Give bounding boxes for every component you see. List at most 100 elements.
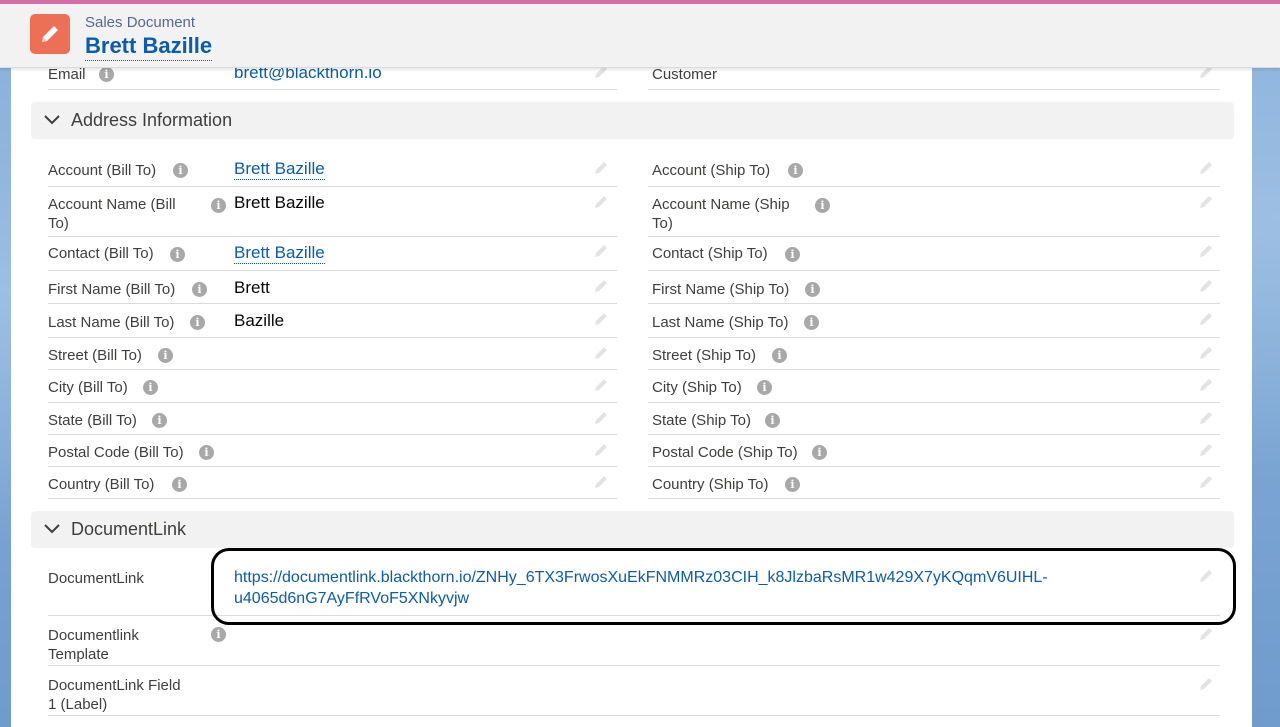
pencil-icon[interactable] (593, 278, 609, 294)
pencil-icon[interactable] (1198, 68, 1214, 80)
field-contact-ship-to: Contact (Ship To) i (648, 237, 1220, 271)
info-icon[interactable]: i (199, 445, 214, 460)
field-label: DocumentLink (48, 570, 144, 587)
pencil-icon[interactable] (1198, 194, 1214, 210)
field-postal-code-ship-to: Postal Code (Ship To) i (648, 435, 1220, 467)
field-country-bill-to: Country (Bill To) i (48, 467, 617, 499)
field-contact-bill-to: Contact (Bill To) i Brett Bazille (48, 237, 617, 271)
field-label: Contact (Bill To) (48, 245, 154, 262)
pencil-icon[interactable] (1198, 676, 1214, 692)
field-label: Account (Bill To) (48, 162, 157, 179)
field-label: Last Name (Ship To) (652, 314, 789, 331)
field-label: First Name (Bill To) (48, 281, 176, 298)
field-label: Account Name (Bill To) (48, 196, 176, 232)
section-address-information[interactable]: Address Information (31, 102, 1234, 139)
pencil-icon[interactable] (593, 410, 609, 426)
field-label: Contact (Ship To) (652, 245, 768, 262)
field-label: Account (Ship To) (652, 162, 771, 179)
pencil-icon[interactable] (593, 377, 609, 393)
pencil-icon[interactable] (1198, 377, 1214, 393)
field-label: Country (Bill To) (48, 476, 155, 493)
field-state-ship-to: State (Ship To) i (648, 403, 1220, 435)
last-name-bill-to-value: Bazille (234, 311, 285, 330)
field-first-name-ship-to: First Name (Ship To) i (648, 271, 1220, 304)
pencil-icon[interactable] (1198, 243, 1214, 259)
field-label: Documentlink Template (48, 627, 139, 663)
first-name-bill-to-value: Brett (234, 278, 270, 297)
info-icon[interactable]: i (788, 163, 803, 178)
pencil-icon[interactable] (1198, 442, 1214, 458)
account-bill-to-link[interactable]: Brett Bazille (234, 159, 325, 180)
field-customer: Customer (648, 68, 1220, 90)
info-icon[interactable]: i (765, 413, 780, 428)
info-icon[interactable]: i (772, 348, 787, 363)
page-title[interactable]: Brett Bazille (85, 33, 213, 61)
field-email: Email i brett@blackthorn.io (48, 68, 617, 90)
pencil-icon[interactable] (1198, 474, 1214, 490)
pencil-icon[interactable] (593, 68, 609, 80)
pencil-icon[interactable] (1198, 278, 1214, 294)
info-icon[interactable]: i (757, 380, 772, 395)
field-postal-code-bill-to: Postal Code (Bill To) i (48, 435, 617, 467)
info-icon[interactable]: i (152, 413, 167, 428)
pencil-icon[interactable] (1198, 311, 1214, 327)
info-icon[interactable]: i (170, 247, 185, 262)
info-icon[interactable]: i (99, 68, 114, 82)
field-label: Street (Bill To) (48, 347, 142, 364)
field-city-ship-to: City (Ship To) i (648, 370, 1220, 403)
contact-bill-to-link[interactable]: Brett Bazille (234, 243, 325, 264)
field-label: City (Bill To) (48, 379, 128, 396)
field-documentlink-field-1-label: DocumentLink Field 1 (Label) (48, 666, 1220, 716)
info-icon[interactable]: i (192, 282, 207, 297)
chevron-down-icon (44, 524, 60, 534)
info-icon[interactable]: i (815, 198, 830, 213)
info-icon[interactable]: i (804, 315, 819, 330)
pencil-icon[interactable] (593, 194, 609, 210)
field-label: Postal Code (Ship To) (652, 444, 798, 461)
pencil-icon[interactable] (1198, 160, 1214, 176)
info-icon[interactable]: i (211, 198, 226, 213)
field-street-bill-to: Street (Bill To) i (48, 338, 617, 370)
field-state-bill-to: State (Bill To) i (48, 403, 617, 435)
info-icon[interactable]: i (785, 477, 800, 492)
highlight-annotation (211, 548, 1236, 625)
field-account-bill-to: Account (Bill To) i Brett Bazille (48, 154, 617, 187)
pencil-icon (30, 14, 70, 54)
info-icon[interactable]: i (805, 282, 820, 297)
pencil-icon[interactable] (593, 160, 609, 176)
pencil-icon[interactable] (593, 243, 609, 259)
info-icon[interactable]: i (173, 163, 188, 178)
field-label: Account Name (Ship To) (652, 196, 790, 232)
pencil-icon[interactable] (593, 442, 609, 458)
info-icon[interactable]: i (785, 247, 800, 262)
field-street-ship-to: Street (Ship To) i (648, 338, 1220, 370)
record-detail-card: Email i brett@blackthorn.io Customer Add… (11, 68, 1252, 727)
field-account-ship-to: Account (Ship To) i (648, 154, 1220, 187)
info-icon[interactable]: i (211, 627, 226, 642)
section-title: DocumentLink (71, 519, 187, 539)
info-icon[interactable]: i (812, 445, 827, 460)
field-label: First Name (Ship To) (652, 281, 790, 298)
pencil-icon[interactable] (1198, 626, 1214, 642)
pencil-icon[interactable] (593, 474, 609, 490)
pencil-icon[interactable] (1198, 345, 1214, 361)
field-label: Country (Ship To) (652, 476, 769, 493)
field-label: Street (Ship To) (652, 347, 756, 364)
pencil-icon[interactable] (593, 311, 609, 327)
pencil-icon[interactable] (1198, 410, 1214, 426)
field-country-ship-to: Country (Ship To) i (648, 467, 1220, 499)
field-label: DocumentLink Field 1 (Label) (48, 677, 181, 713)
section-documentlink[interactable]: DocumentLink (31, 511, 1234, 548)
field-account-name-bill-to: Account Name (Bill To) i Brett Bazille (48, 187, 617, 237)
info-icon[interactable]: i (143, 380, 158, 395)
info-icon[interactable]: i (190, 315, 205, 330)
info-icon[interactable]: i (172, 477, 187, 492)
field-label: Last Name (Bill To) (48, 314, 175, 331)
field-label: City (Ship To) (652, 379, 742, 396)
field-label: Postal Code (Bill To) (48, 444, 184, 461)
info-icon[interactable]: i (158, 348, 173, 363)
field-label: State (Bill To) (48, 412, 137, 429)
email-link[interactable]: brett@blackthorn.io (234, 68, 382, 83)
pencil-icon[interactable] (593, 345, 609, 361)
field-last-name-ship-to: Last Name (Ship To) i (648, 304, 1220, 338)
